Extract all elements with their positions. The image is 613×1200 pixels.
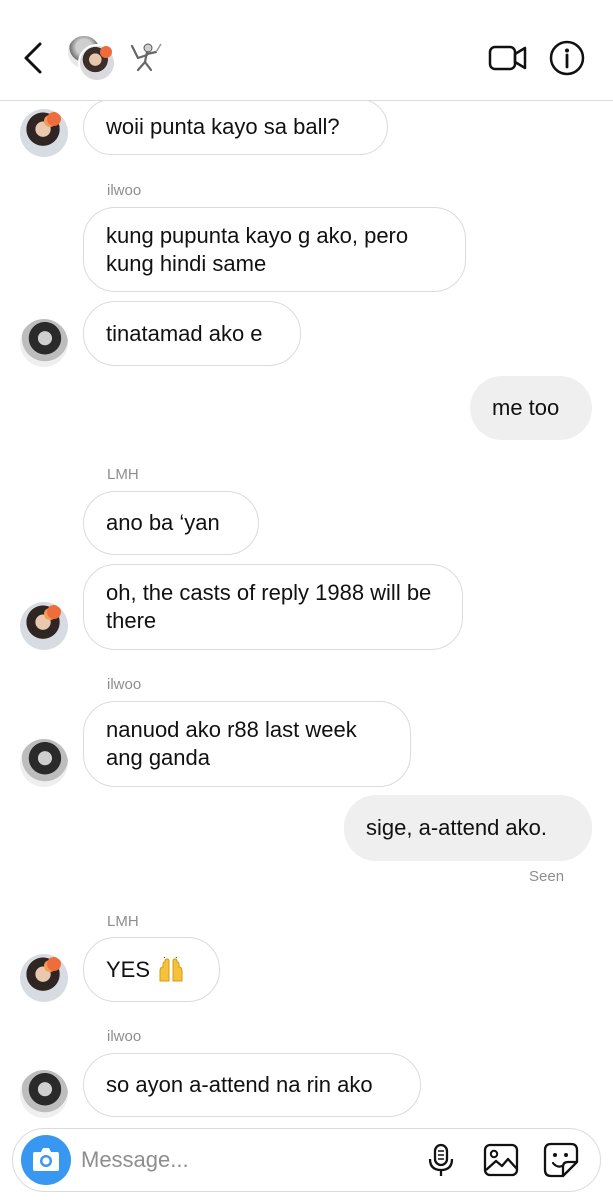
message-text: so ayon a-attend na rin ako — [106, 1072, 373, 1097]
message-text: nanuod ako r88 last week ang ganda — [106, 717, 357, 770]
message-bubble[interactable]: tinatamad ako e — [83, 301, 301, 366]
sender-label: ilwoo — [107, 1028, 142, 1045]
avatar[interactable] — [20, 739, 68, 787]
avatar[interactable] — [20, 1070, 68, 1118]
message-thread: woii punta kayo sa ball? ilwoo kung pupu… — [0, 101, 613, 1118]
message-text: woii punta kayo sa ball? — [106, 114, 340, 139]
message-composer — [12, 1128, 601, 1192]
message-bubble[interactable]: woii punta kayo sa ball? — [83, 101, 388, 155]
microphone-icon[interactable] — [425, 1143, 457, 1177]
avatar[interactable] — [20, 954, 68, 1002]
message-text: kung pupunta kayo g ako, pero kung hindi… — [106, 222, 409, 276]
message-bubble[interactable]: YES — [83, 937, 220, 1002]
message-bubble-outgoing[interactable]: sige, a-attend ako. — [344, 795, 592, 861]
gallery-icon[interactable] — [483, 1143, 519, 1177]
info-icon[interactable] — [549, 40, 585, 76]
fencer-emoji-icon[interactable] — [128, 40, 164, 76]
avatar[interactable] — [20, 319, 68, 367]
sender-label: ilwoo — [107, 182, 142, 199]
video-camera-icon[interactable] — [488, 42, 528, 74]
camera-button[interactable] — [21, 1135, 71, 1185]
seen-status: Seen — [529, 868, 565, 885]
message-bubble[interactable]: oh, the casts of reply 1988 will be ther… — [83, 564, 463, 650]
sender-label: LMH — [107, 913, 139, 930]
message-input[interactable] — [81, 1143, 401, 1177]
raising-hands-emoji-icon — [159, 956, 183, 981]
message-bubble-outgoing[interactable]: me too — [470, 376, 592, 440]
message-bubble[interactable]: ano ba ‘yan — [83, 491, 259, 555]
message-text: sige, a-attend ako. — [366, 815, 548, 840]
message-text: tinatamad ako e — [106, 320, 263, 346]
sticker-icon[interactable] — [543, 1142, 579, 1178]
sender-label: LMH — [107, 466, 139, 483]
avatar[interactable] — [20, 602, 68, 650]
avatar[interactable] — [20, 109, 68, 157]
sender-label: ilwoo — [107, 676, 142, 693]
message-bubble[interactable]: nanuod ako r88 last week ang ganda — [83, 701, 411, 787]
group-avatar-icon[interactable] — [66, 34, 118, 82]
message-text: oh, the casts of reply 1988 will be ther… — [106, 580, 432, 633]
message-text: ano ba ‘yan — [106, 510, 220, 535]
message-bubble[interactable]: kung pupunta kayo g ako, pero kung hindi… — [83, 207, 466, 292]
message-text: YES — [106, 956, 151, 982]
message-bubble[interactable]: so ayon a-attend na rin ako — [83, 1053, 421, 1117]
camera-icon — [33, 1148, 59, 1171]
message-text: me too — [492, 395, 560, 420]
chevron-left-icon[interactable] — [18, 40, 48, 76]
chat-header — [0, 0, 613, 101]
